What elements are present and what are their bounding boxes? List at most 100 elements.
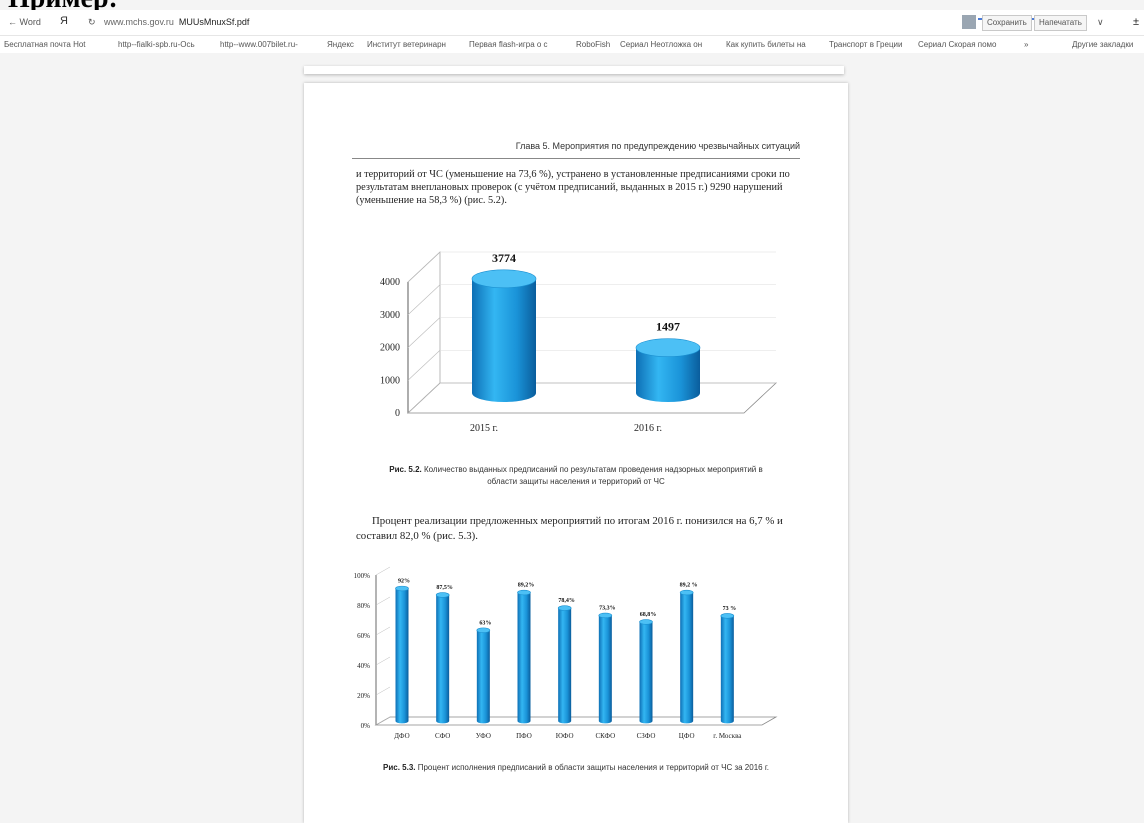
chevron-down-icon[interactable]: ∨	[1097, 17, 1104, 28]
y-tick-label: 100%	[354, 572, 371, 580]
gridline	[407, 350, 441, 381]
bar-body	[598, 615, 612, 724]
caption-5-2-label: Рис. 5.2.	[389, 465, 422, 474]
bar	[635, 338, 701, 402]
y-tick-label: 20%	[357, 692, 370, 700]
bookmark-item[interactable]: http--www.007bilet.ru-	[220, 40, 298, 49]
x-tick-label: ЮФО	[556, 732, 574, 740]
bookmark-item[interactable]: Как купить билеты на	[726, 40, 806, 49]
bar	[679, 589, 694, 724]
chart-5-3: 0% 20% 40% 60% 80% 100% 92% ДФО 87,5% СФО 63% УФО 89…	[354, 566, 778, 740]
gridline	[407, 251, 441, 283]
x-tick-label: СЗФО	[637, 732, 656, 740]
save-button[interactable]: Сохранить	[982, 15, 1032, 31]
bar-top	[720, 613, 735, 619]
gridline	[375, 626, 391, 636]
gridline	[375, 596, 391, 606]
bar-body	[517, 592, 531, 724]
x-tick-label: ДФО	[394, 732, 409, 740]
y-tick-label: 2000	[380, 343, 400, 354]
y-tick-label: 3000	[380, 310, 400, 321]
data-label: 63%	[479, 620, 491, 626]
data-label: 73,3%	[599, 605, 616, 611]
y-tick-label: 80%	[357, 602, 370, 610]
data-label: 92%	[398, 579, 410, 585]
bookmark-item[interactable]: RoboFish	[576, 40, 610, 49]
x-tick-label: ЦФО	[679, 732, 695, 740]
caption-5-2: Рис. 5.2. Количество выданных предписани…	[374, 464, 778, 488]
address-bar[interactable]: www.mchs.gov.ru MUUsMnuxSf.pdf	[104, 17, 249, 27]
bar-top	[517, 589, 531, 596]
data-label: 87,5%	[436, 585, 453, 591]
bar	[517, 589, 531, 724]
x-tick-label: СКФО	[595, 732, 615, 740]
chapter-header: Глава 5. Мероприятия по предупреждению ч…	[515, 141, 800, 151]
bar-top	[471, 269, 537, 289]
y-tick-label: 1000	[380, 375, 400, 386]
gridline	[375, 656, 391, 666]
y-tick-label: 60%	[357, 632, 370, 640]
chart-5-2: 0 1000 2000 3000 4000 3774 2015 г. 1497 2016 г.	[380, 251, 778, 434]
back-button[interactable]: ← Word	[8, 17, 41, 27]
gridline	[407, 382, 441, 414]
bar	[471, 269, 537, 402]
gridline	[375, 716, 391, 726]
bookmark-item[interactable]: Транспорт в Греции	[829, 40, 902, 49]
yandex-logo[interactable]: Я	[60, 15, 68, 27]
data-label: 3774	[492, 251, 516, 265]
header-rule	[352, 158, 800, 159]
url-file: MUUsMnuxSf.pdf	[178, 17, 250, 27]
x-tick-label: ПФО	[516, 732, 532, 740]
reload-icon[interactable]: ↻	[88, 17, 96, 28]
gridline	[375, 566, 391, 576]
bookmark-item[interactable]: http--fialki-spb.ru-Ось	[118, 40, 195, 49]
floor	[374, 716, 778, 726]
bar-body	[476, 630, 490, 724]
x-tick-label: УФО	[476, 732, 491, 740]
y-tick-label: 4000	[380, 277, 400, 288]
y-tick-label: 0%	[361, 722, 371, 730]
print-button[interactable]: Напечатать	[1034, 15, 1087, 31]
bar-body	[558, 608, 572, 724]
previous-page-edge	[304, 66, 844, 74]
y-tick-label: 40%	[357, 662, 370, 670]
caption-5-3-text: Процент исполнения предписаний в области…	[417, 763, 769, 772]
bookmark-item[interactable]: Институт ветеринарн	[367, 40, 446, 49]
bar-top	[679, 589, 694, 596]
bookmark-item[interactable]: Сериал Неотложка он	[620, 40, 702, 49]
bar-top	[635, 338, 701, 358]
bookmark-item[interactable]: Первая flash-игра о с	[469, 40, 548, 49]
gridline	[407, 317, 441, 348]
data-label: 1497	[656, 320, 680, 334]
url-domain: www.mchs.gov.ru	[104, 17, 174, 27]
other-bookmarks[interactable]: Другие закладки	[1072, 40, 1133, 49]
x-tick-label: 2016 г.	[634, 423, 662, 434]
data-label: 89,2%	[518, 583, 535, 589]
bar	[557, 605, 572, 724]
bar-body	[720, 615, 734, 724]
bar-body	[680, 592, 694, 724]
bar-body	[639, 621, 653, 724]
bar-body	[395, 588, 409, 724]
bar-top	[598, 612, 613, 619]
bar	[476, 627, 491, 724]
bookmark-item[interactable]: Сериал Скорая помо	[918, 40, 996, 49]
bar-body	[436, 595, 450, 724]
bar	[639, 619, 653, 724]
bar-top	[476, 627, 491, 633]
bar-top	[435, 592, 450, 598]
download-icon[interactable]: ±	[1133, 16, 1139, 28]
y-tick-label: 0	[395, 408, 400, 419]
bar	[598, 612, 613, 724]
data-label: 68,8%	[640, 612, 657, 618]
bar-top	[639, 619, 653, 625]
bookmarks-overflow[interactable]: »	[1024, 40, 1028, 49]
bar-body	[472, 278, 536, 402]
bookmark-item[interactable]: Бесплатная почта Hot	[4, 40, 86, 49]
bar-top	[395, 585, 409, 592]
bookmarks-bar: Бесплатная почта Hot http--fialki-spb.ru…	[0, 36, 1144, 53]
bar-top	[557, 605, 572, 611]
bookmark-item[interactable]: Яндекс	[327, 40, 354, 49]
bar	[720, 613, 735, 724]
browser-toolbar: ← Word Я ↻ www.mchs.gov.ru MUUsMnuxSf.pd…	[0, 10, 1144, 36]
